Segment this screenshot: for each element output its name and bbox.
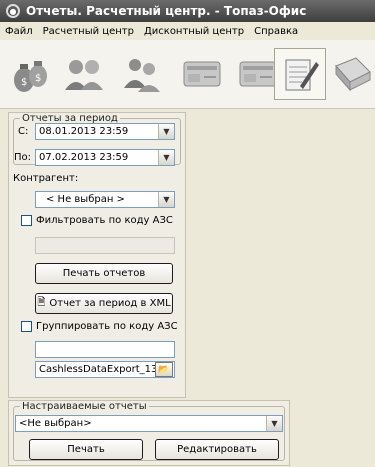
custom-report-select[interactable]: <Не выбран> ▼	[15, 415, 283, 432]
azs-code-filter-input[interactable]	[35, 237, 175, 254]
document-export-icon: 🗎	[37, 297, 46, 308]
menu-item-help[interactable]: Справка	[249, 26, 303, 37]
print-reports-button[interactable]: Печать отчетов	[35, 263, 173, 284]
custom-reports-legend: Настраиваемые отчеты	[22, 401, 147, 412]
toolbar: $ $	[0, 40, 375, 109]
counterparty-value: < Не выбран >	[46, 194, 125, 205]
window-titlebar[interactable]: ● Отчеты. Расчетный центр. - Топаз-Офис	[0, 0, 375, 22]
menu-item-discount-center[interactable]: Дисконтный центр	[139, 26, 249, 37]
export-xml-label: Отчет за период в XML	[49, 298, 171, 309]
folder-open-icon[interactable]: 📂	[155, 362, 173, 377]
counterparty-label: Контрагент:	[13, 173, 79, 184]
custom-report-value: <Не выбран>	[19, 418, 92, 429]
to-date-value: 07.02.2013 23:59	[39, 152, 129, 163]
print-label: Печать	[67, 444, 105, 455]
group-by-azs-checkbox[interactable]: Группировать по коду АЗС	[21, 321, 178, 332]
people-group-icon[interactable]	[116, 48, 168, 100]
notepad-pencil-icon[interactable]	[274, 48, 326, 100]
window-title: Отчеты. Расчетный центр. - Топаз-Офис	[26, 4, 307, 18]
menu-item-settlement-center[interactable]: Расчетный центр	[38, 26, 139, 37]
counterparty-select[interactable]: < Не выбран > ▼	[35, 191, 175, 208]
chevron-down-icon[interactable]: ▼	[158, 192, 174, 207]
export-file-path-input[interactable]: CashlessDataExport_13.02.0	[35, 361, 175, 378]
to-label: По:	[14, 152, 32, 163]
checkbox-box[interactable]	[21, 321, 32, 332]
filter-by-azs-label: Фильтровать по коду АЗС	[36, 215, 173, 226]
from-date-picker[interactable]: 08.01.2013 23:59 ▼	[35, 123, 175, 140]
custom-reports-panel: Настраиваемые отчеты <Не выбран> ▼ Печат…	[8, 400, 290, 466]
to-date-picker[interactable]: 07.02.2013 23:59 ▼	[35, 149, 175, 166]
filter-by-azs-checkbox[interactable]: Фильтровать по коду АЗС	[21, 215, 173, 226]
app-icon: ●	[6, 4, 20, 18]
export-xml-button[interactable]: 🗎 Отчет за период в XML	[35, 293, 173, 314]
chevron-down-icon[interactable]: ▼	[266, 416, 282, 431]
menu-item-file[interactable]: Файл	[0, 26, 38, 37]
checkbox-box[interactable]	[21, 215, 32, 226]
money-bags-icon[interactable]: $ $	[4, 48, 56, 100]
print-button[interactable]: Печать	[29, 439, 143, 460]
menu-bar: Файл Расчетный центр Дисконтный центр Сп…	[0, 22, 375, 40]
card-icon[interactable]	[176, 48, 228, 100]
svg-text:$: $	[21, 77, 27, 88]
people-pair-icon[interactable]	[58, 48, 110, 100]
reports-panel: Отчеты за период С: 08.01.2013 23:59 ▼ П…	[8, 112, 186, 398]
from-date-value: 08.01.2013 23:59	[39, 126, 129, 137]
print-reports-label: Печать отчетов	[62, 268, 146, 279]
book-icon[interactable]	[326, 48, 375, 100]
from-label: С:	[18, 126, 29, 137]
edit-label: Редактировать	[177, 444, 257, 455]
svg-text:$: $	[35, 73, 41, 84]
group-azs-code-input[interactable]	[35, 341, 175, 358]
edit-button[interactable]: Редактировать	[155, 439, 279, 460]
chevron-down-icon[interactable]: ▼	[158, 124, 174, 139]
chevron-down-icon[interactable]: ▼	[158, 150, 174, 165]
group-by-azs-label: Группировать по коду АЗС	[36, 321, 178, 332]
